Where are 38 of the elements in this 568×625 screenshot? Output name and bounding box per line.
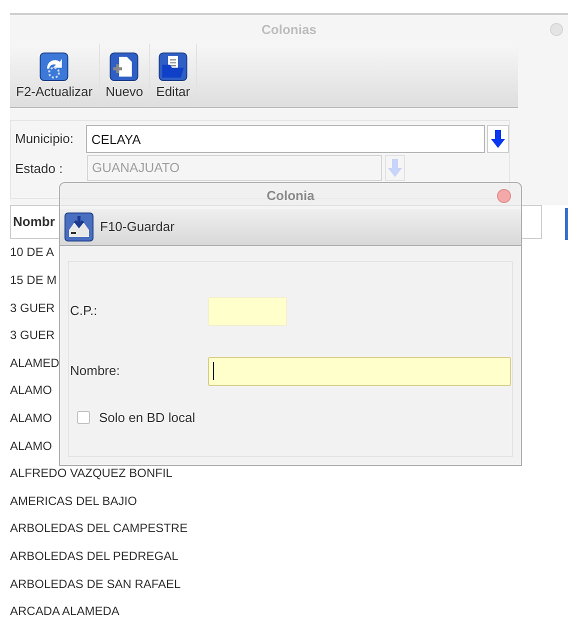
table-cell-text: ALAMO	[10, 410, 52, 428]
toolbar-button[interactable]: Editar	[150, 44, 198, 108]
toolbar-button[interactable]: F2-Actualizar	[10, 44, 100, 108]
field-label: Municipio:	[15, 130, 75, 148]
table-cell-text: 15 DE M	[10, 272, 57, 290]
table-cell-text: 3 GUER	[10, 300, 55, 317]
field-label: C.P.:	[69, 302, 98, 320]
down-arrow-icon	[491, 130, 506, 148]
table-cell-text: 10 DE A	[10, 244, 54, 262]
table-cell-text: ALAMO	[10, 382, 52, 400]
checkbox-label: Solo en BD local	[99, 409, 196, 427]
folder-document-icon	[158, 52, 188, 82]
toolbar-button[interactable]: Nuevo	[100, 44, 150, 108]
window-title: Colonias	[262, 20, 316, 39]
dialog-title: Colonia	[266, 187, 314, 206]
toolbar-button[interactable]: F10-Guardar	[64, 212, 174, 242]
table-cell-text: ALAMED	[10, 354, 60, 372]
text-field[interactable]: CELAYA	[86, 125, 486, 154]
table-cell-text: ARCADA ALAMEDA	[10, 603, 120, 620]
table-cell-text: ALFREDO VAZQUEZ BONFIL	[10, 465, 172, 482]
table-cell-text: ALAMO	[10, 438, 52, 455]
checkbox[interactable]	[77, 411, 90, 424]
refresh-icon	[39, 52, 70, 82]
dropdown-button[interactable]	[487, 125, 509, 154]
table-cell-text: AMERICAS DEL BAJIO	[10, 492, 137, 510]
column-header[interactable]: Nombr	[13, 212, 55, 232]
field-label: Nombre:	[69, 362, 121, 380]
table-cell-text: ARBOLEDAS DEL PEDREGAL	[10, 548, 178, 566]
table-cell-text: ARBOLEDAS DE SAN RAFAEL	[10, 576, 181, 593]
input-field[interactable]	[208, 356, 511, 386]
field-label: Estado :	[15, 160, 64, 178]
table-cell-text: 3 GUER	[10, 327, 55, 344]
window-button-icon[interactable]	[550, 23, 563, 36]
new-document-icon	[109, 52, 140, 82]
text-cursor	[213, 362, 214, 380]
table-cell-text: ARBOLEDAS DEL CAMPESTRE	[10, 520, 188, 538]
down-arrow-icon	[388, 159, 402, 178]
save-drive-icon	[64, 212, 94, 242]
